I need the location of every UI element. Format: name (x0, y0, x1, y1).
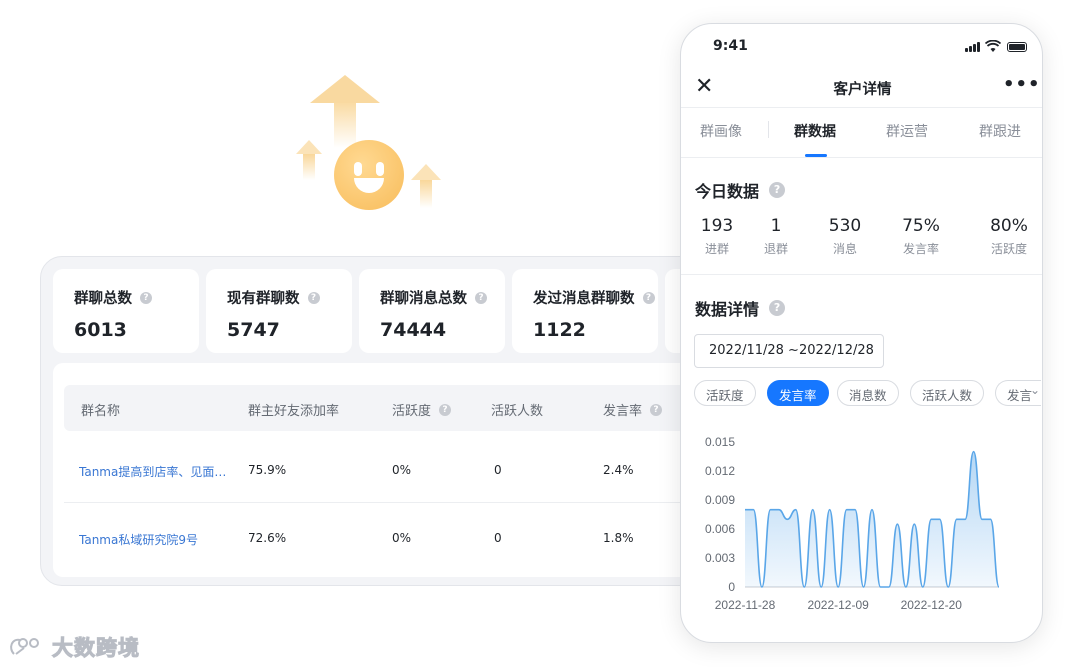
stat-value: 5747 (227, 319, 280, 341)
help-icon[interactable]: ? (642, 291, 655, 304)
kpi-value: 80% (990, 216, 1028, 236)
speak-rate-chart: 0.015 0.012 0.009 0.006 0.003 0 2022-11-28 2022… (705, 435, 1000, 612)
y-tick-label: 0.015 (705, 435, 735, 449)
group-name-link[interactable]: Tanma提高到店率、见面… (79, 463, 231, 480)
kpi-join: 193 进群 (691, 216, 743, 257)
tab-group-data[interactable]: 群数据 (794, 121, 836, 141)
help-icon[interactable]: ? (650, 403, 663, 416)
status-time: 9:41 (713, 38, 748, 54)
kpi-label: 进群 (704, 242, 729, 256)
smile-icon (334, 140, 404, 210)
kpi-activity: 80% 活跃度 (983, 216, 1035, 257)
x-tick-label: 2022-12-09 (807, 598, 869, 612)
more-icon[interactable]: ••• (1003, 74, 1041, 95)
y-tick-label: 0 (728, 580, 735, 594)
kpi-label: 消息 (832, 242, 857, 256)
help-icon[interactable]: ? (475, 291, 487, 304)
stat-value: 6013 (74, 319, 127, 341)
kpi-value: 75% (902, 216, 940, 236)
smile-arrows-illustration (290, 70, 460, 220)
header-activity[interactable]: 活跃度? (392, 400, 452, 419)
x-tick-label: 2022-12-20 (901, 598, 963, 612)
header-speak-rate[interactable]: 发言率? (603, 400, 663, 419)
y-tick-label: 0.012 (705, 464, 735, 478)
kpi-leave: 1 退群 (755, 216, 797, 257)
kpi-value: 1 (770, 216, 782, 236)
stat-card-total-messages: 群聊消息总数? 74444 (359, 269, 505, 353)
watermark-logo-icon (10, 638, 39, 655)
table-header: 群名称 群主好友添加率 活跃度? 活跃人数 发言率? (64, 385, 719, 431)
stat-label: 发过消息群聊数 (533, 291, 635, 307)
table-row: Tanma提高到店率、见面… 75.9% 0% 0 2.4% (64, 435, 719, 503)
page-title: 客户详情 (833, 82, 892, 98)
stat-label: 现有群聊数 (227, 291, 300, 307)
header-label: 发言率 (603, 404, 643, 419)
kpi-value: 193 (700, 216, 734, 236)
kpi-label: 活跃度 (990, 242, 1027, 256)
chevron-down-icon[interactable]: ⌄ (1030, 383, 1040, 397)
section-title-text: 今日数据 (695, 182, 760, 201)
chip-messages[interactable]: 消息数 (837, 380, 899, 406)
group-name-link[interactable]: Tanma私域研究院9号 (79, 531, 231, 548)
y-tick-label: 0.003 (705, 551, 735, 565)
help-icon[interactable]: ? (439, 403, 452, 416)
stat-card-current-groups: 现有群聊数? 5747 (206, 269, 352, 353)
stat-value: 1122 (533, 319, 586, 341)
kpi-label: 退群 (763, 242, 788, 256)
stat-card-total-groups: 群聊总数? 6013 (53, 269, 199, 353)
help-icon[interactable]: ? (140, 291, 152, 304)
speak-rate: 1.8% (603, 531, 634, 545)
y-tick-label: 0.009 (705, 493, 735, 507)
stat-label: 群聊总数 (74, 291, 132, 307)
signal-icon (965, 42, 981, 52)
stat-card-active-groups: 发过消息群聊数? 1122 (512, 269, 658, 353)
battery-icon (1007, 42, 1027, 52)
active-users: 0 (494, 531, 502, 545)
wifi-icon (985, 40, 1001, 52)
tab-group-profile[interactable]: 群画像 (700, 121, 742, 141)
speak-rate: 2.4% (603, 463, 634, 477)
stat-label: 群聊消息总数 (380, 291, 467, 307)
y-tick-label: 0.006 (705, 522, 735, 536)
table-row: Tanma私域研究院9号 72.6% 0% 0 1.8% (64, 503, 719, 571)
chip-speak-rate[interactable]: 发言率 (767, 380, 829, 406)
help-icon[interactable]: ? (769, 300, 786, 316)
kpi-messages: 530 消息 (819, 216, 871, 257)
today-data-title: 今日数据? (695, 178, 786, 202)
x-tick-label: 2022-11-28 (715, 598, 776, 612)
phone-customer-detail: 9:41 ✕ 客户详情 ••• 群画像 群数据 群运营 群跟进 今日数据? 19… (680, 23, 1043, 643)
tab-group-operation[interactable]: 群运营 (886, 121, 928, 141)
group-stats-dashboard: 群聊总数? 6013 现有群聊数? 5747 群聊消息总数? 74444 发过消… (40, 256, 720, 586)
kpi-speak-rate: 75% 发言率 (895, 216, 947, 257)
help-icon[interactable]: ? (307, 291, 320, 304)
tab-group-followup[interactable]: 群跟进 (979, 121, 1021, 141)
section-title-text: 数据详情 (695, 300, 760, 319)
header-active-users[interactable]: 活跃人数 (491, 400, 543, 419)
help-icon[interactable]: ? (769, 182, 786, 198)
group-table: 群名称 群主好友添加率 活跃度? 活跃人数 发言率? Tanma提高到店率、见面… (53, 363, 719, 577)
header-label: 活跃度 (392, 404, 432, 419)
header-friend-add-rate[interactable]: 群主好友添加率 (248, 400, 339, 419)
chip-activity[interactable]: 活跃度 (694, 380, 756, 406)
kpi-label: 发言率 (902, 242, 939, 256)
active-users: 0 (494, 463, 502, 477)
date-range-picker[interactable]: 2022/11/28 ~2022/12/28 (694, 334, 884, 368)
friend-add-rate: 75.9% (248, 463, 287, 477)
chip-active-users[interactable]: 活跃人数 (910, 380, 985, 406)
kpi-value: 530 (828, 216, 862, 236)
watermark: 大数跨境 (8, 632, 140, 662)
data-detail-title: 数据详情? (695, 296, 786, 320)
activity: 0% (392, 531, 412, 545)
friend-add-rate: 72.6% (248, 531, 287, 545)
stat-value: 74444 (380, 319, 447, 341)
header-group-name[interactable]: 群名称 (81, 400, 120, 419)
activity: 0% (392, 463, 412, 477)
watermark-text: 大数跨境 (52, 636, 140, 661)
